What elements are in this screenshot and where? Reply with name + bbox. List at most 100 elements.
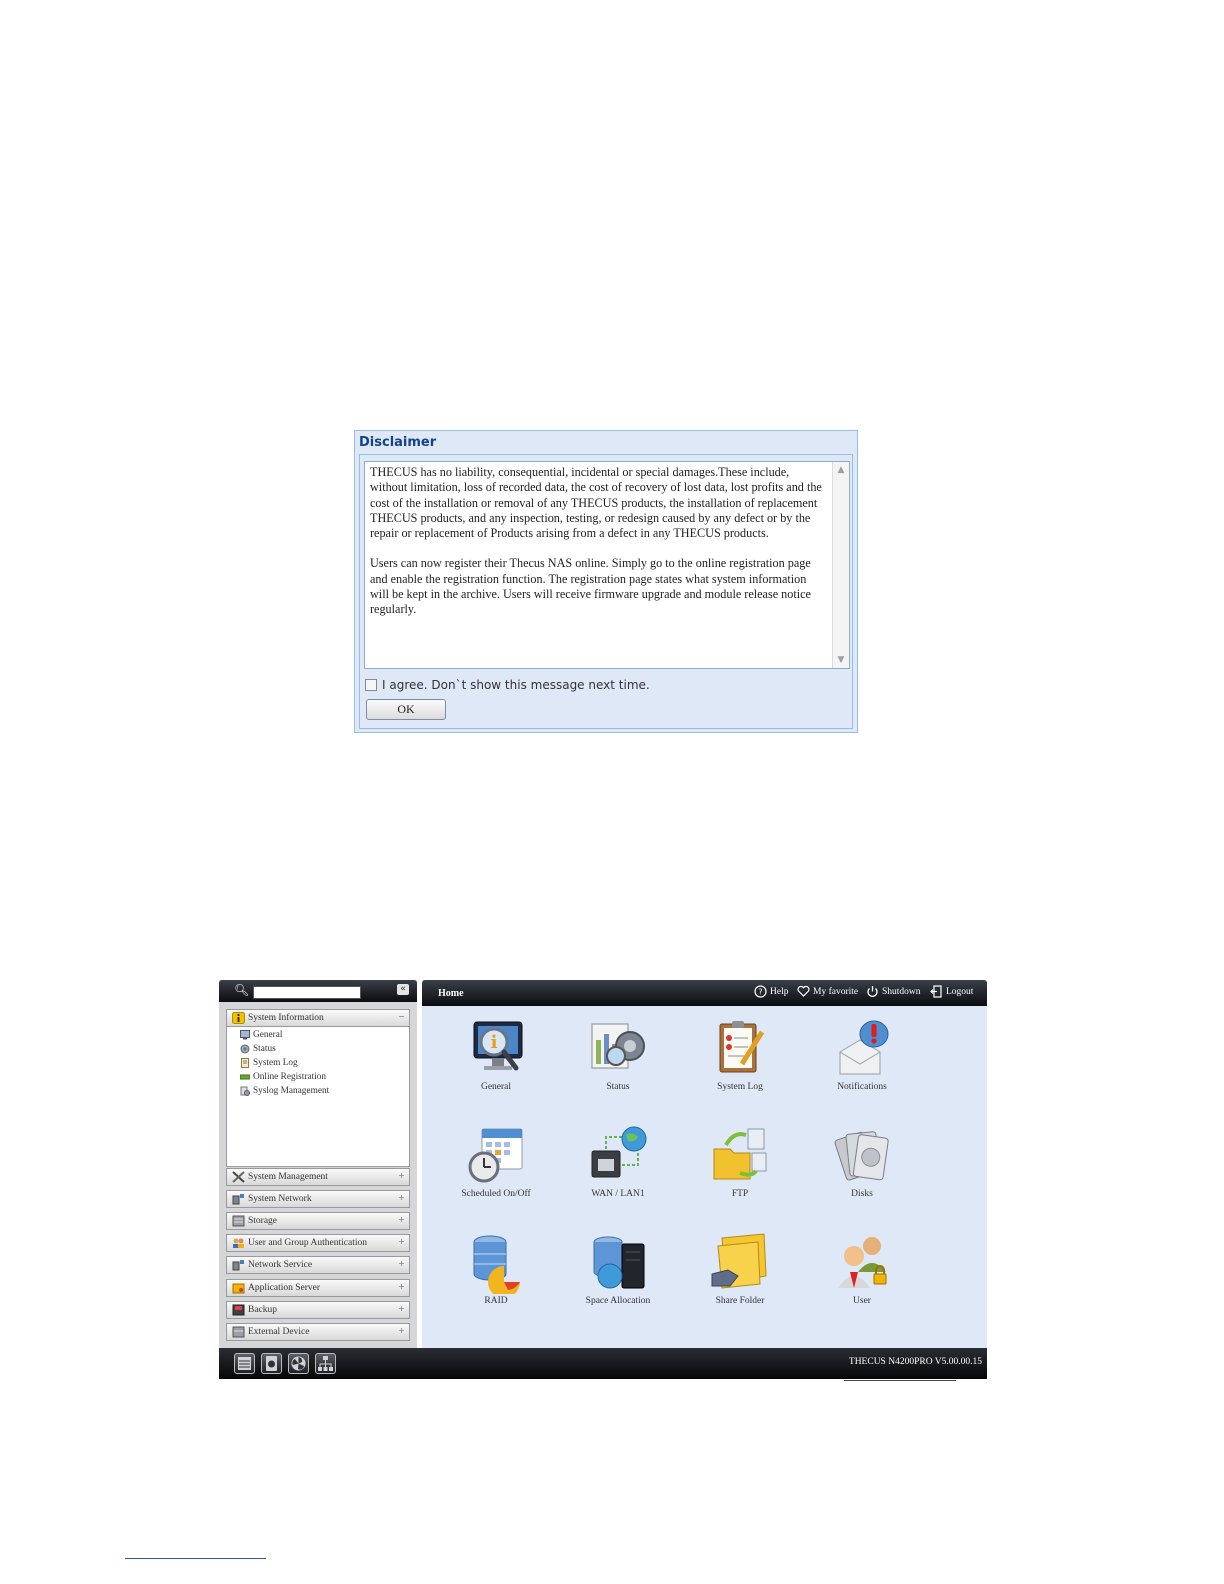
app-ftp[interactable]: FTP	[685, 1123, 795, 1199]
collapse-sidebar-button[interactable]: «	[397, 984, 409, 995]
sidebar-item-system-log[interactable]: System Log	[240, 1058, 298, 1068]
notifications-icon	[839, 1020, 889, 1075]
panel-application-server[interactable]: Application Server +	[226, 1279, 410, 1297]
expand-toggle-icon[interactable]: +	[397, 1215, 406, 1226]
app-wan-lan1[interactable]: WAN / LAN1	[563, 1123, 673, 1199]
expand-toggle-icon[interactable]: +	[397, 1304, 406, 1315]
panel-user-group-authentication[interactable]: User and Group Authentication +	[226, 1234, 410, 1252]
panel-label: System Management	[248, 1172, 328, 1182]
registration-small-icon	[240, 1074, 250, 1080]
users-icon	[233, 1238, 244, 1248]
logout-label: Logout	[946, 986, 974, 997]
app-label: RAID	[484, 1296, 508, 1306]
network-service-icon	[232, 1260, 244, 1271]
home-content: Home ? Help My favorite Shutdown Logout	[422, 980, 987, 1348]
app-label: System Log	[717, 1082, 763, 1092]
panel-label: External Device	[248, 1327, 310, 1337]
my-favorite-label: My favorite	[813, 986, 859, 997]
app-notifications[interactable]: Notifications	[807, 1016, 917, 1092]
sidebar-item-label: Online Registration	[253, 1072, 327, 1082]
agree-label: I agree. Don`t show this message next ti…	[382, 678, 650, 692]
svg-text:i: i	[491, 1032, 498, 1053]
app-label: Share Folder	[715, 1296, 765, 1306]
panel-label: Application Server	[248, 1283, 321, 1293]
divider-line	[844, 1380, 956, 1381]
sidebar-item-label: Status	[253, 1044, 276, 1054]
app-raid[interactable]: RAID	[441, 1230, 551, 1306]
sidebar-item-general[interactable]: General	[240, 1030, 282, 1040]
sidebar-topbar: 🔍︎ «	[219, 980, 417, 1002]
footer-fan-button[interactable]	[288, 1353, 309, 1374]
textarea-scrollbar[interactable]: ▲ ▼	[832, 462, 849, 668]
app-general[interactable]: i General	[441, 1016, 551, 1092]
scroll-down-arrow-icon[interactable]: ▼	[833, 652, 849, 668]
panel-system-network[interactable]: System Network +	[226, 1190, 410, 1208]
panel-external-device[interactable]: External Device +	[226, 1323, 410, 1341]
logout-button[interactable]: Logout	[930, 985, 973, 998]
app-scheduled-on-off[interactable]: Scheduled On/Off	[441, 1123, 551, 1199]
ftp-icon	[713, 1128, 767, 1180]
panel-label: Backup	[248, 1305, 278, 1315]
panel-network-service[interactable]: Network Service +	[226, 1256, 410, 1274]
space-allocation-icon	[593, 1236, 645, 1289]
backup-icon	[232, 1304, 245, 1316]
footer-server-button[interactable]	[234, 1353, 255, 1374]
app-system-log[interactable]: System Log	[685, 1016, 795, 1092]
footer-network-button[interactable]	[315, 1353, 336, 1374]
app-user[interactable]: User	[807, 1230, 917, 1306]
app-status[interactable]: Status	[563, 1016, 673, 1092]
app-disks[interactable]: Disks	[807, 1123, 917, 1199]
user-icon	[838, 1237, 887, 1288]
app-share-folder[interactable]: Share Folder	[685, 1230, 795, 1306]
panel-label: Network Service	[248, 1260, 313, 1270]
panel-system-information[interactable]: System Information −	[226, 1009, 410, 1027]
scroll-up-arrow-icon[interactable]: ▲	[833, 462, 849, 478]
expand-toggle-icon[interactable]: +	[397, 1326, 406, 1337]
disclaimer-paragraph-2: Users can now register their Thecus NAS …	[370, 556, 811, 617]
server-icon	[238, 1357, 251, 1370]
expand-toggle-icon[interactable]: +	[397, 1237, 406, 1248]
application-server-icon	[232, 1283, 245, 1294]
system-log-icon	[719, 1021, 765, 1073]
help-button[interactable]: ? Help	[754, 985, 788, 998]
sidebar-item-syslog-management[interactable]: Syslog Management	[240, 1086, 329, 1096]
sidebar-item-label: System Log	[253, 1058, 298, 1068]
storage-icon	[232, 1215, 245, 1227]
panel-system-management[interactable]: System Management +	[226, 1168, 410, 1186]
share-folder-icon	[711, 1233, 767, 1289]
footer-disk-button[interactable]	[261, 1353, 282, 1374]
disclaimer-textarea[interactable]: THECUS has no liability, consequential, …	[364, 461, 850, 669]
sidebar-item-online-registration[interactable]: Online Registration	[240, 1072, 326, 1082]
monitor-icon	[240, 1030, 250, 1040]
sidebar-item-status[interactable]: Status	[240, 1044, 276, 1054]
tools-icon	[232, 1171, 245, 1183]
app-label: Space Allocation	[585, 1296, 651, 1306]
app-label: General	[480, 1082, 512, 1092]
nas-admin-window: 🔍︎ « System Information − General Status	[219, 980, 987, 1379]
collapse-toggle-icon[interactable]: −	[397, 1012, 406, 1023]
status-small-icon	[240, 1044, 250, 1054]
version-label: THECUS N4200PRO V5.00.00.15	[848, 1357, 982, 1367]
expand-toggle-icon[interactable]: +	[397, 1259, 406, 1270]
footnote-separator-line	[125, 1558, 266, 1559]
agree-checkbox-row[interactable]: I agree. Don`t show this message next ti…	[365, 678, 650, 692]
disclaimer-dialog: Disclaimer THECUS has no liability, cons…	[354, 430, 858, 733]
sidebar-item-label: Syslog Management	[253, 1086, 330, 1096]
expand-toggle-icon[interactable]: +	[397, 1282, 406, 1293]
agree-checkbox[interactable]	[365, 679, 377, 691]
search-input[interactable]	[253, 986, 361, 999]
external-device-icon	[232, 1326, 245, 1338]
app-space-allocation[interactable]: Space Allocation	[563, 1230, 673, 1306]
svg-text:?: ?	[758, 988, 762, 997]
expand-toggle-icon[interactable]: +	[397, 1171, 406, 1182]
content-topbar: Home ? Help My favorite Shutdown Logout	[422, 980, 987, 1006]
raid-icon	[473, 1235, 520, 1294]
expand-toggle-icon[interactable]: +	[397, 1193, 406, 1204]
heart-icon	[797, 985, 810, 997]
shutdown-button[interactable]: Shutdown	[866, 985, 921, 998]
my-favorite-button[interactable]: My favorite	[797, 985, 858, 998]
panel-backup[interactable]: Backup +	[226, 1301, 410, 1319]
help-label: Help	[770, 986, 789, 997]
ok-button[interactable]: OK	[366, 699, 446, 720]
panel-storage[interactable]: Storage +	[226, 1212, 410, 1230]
